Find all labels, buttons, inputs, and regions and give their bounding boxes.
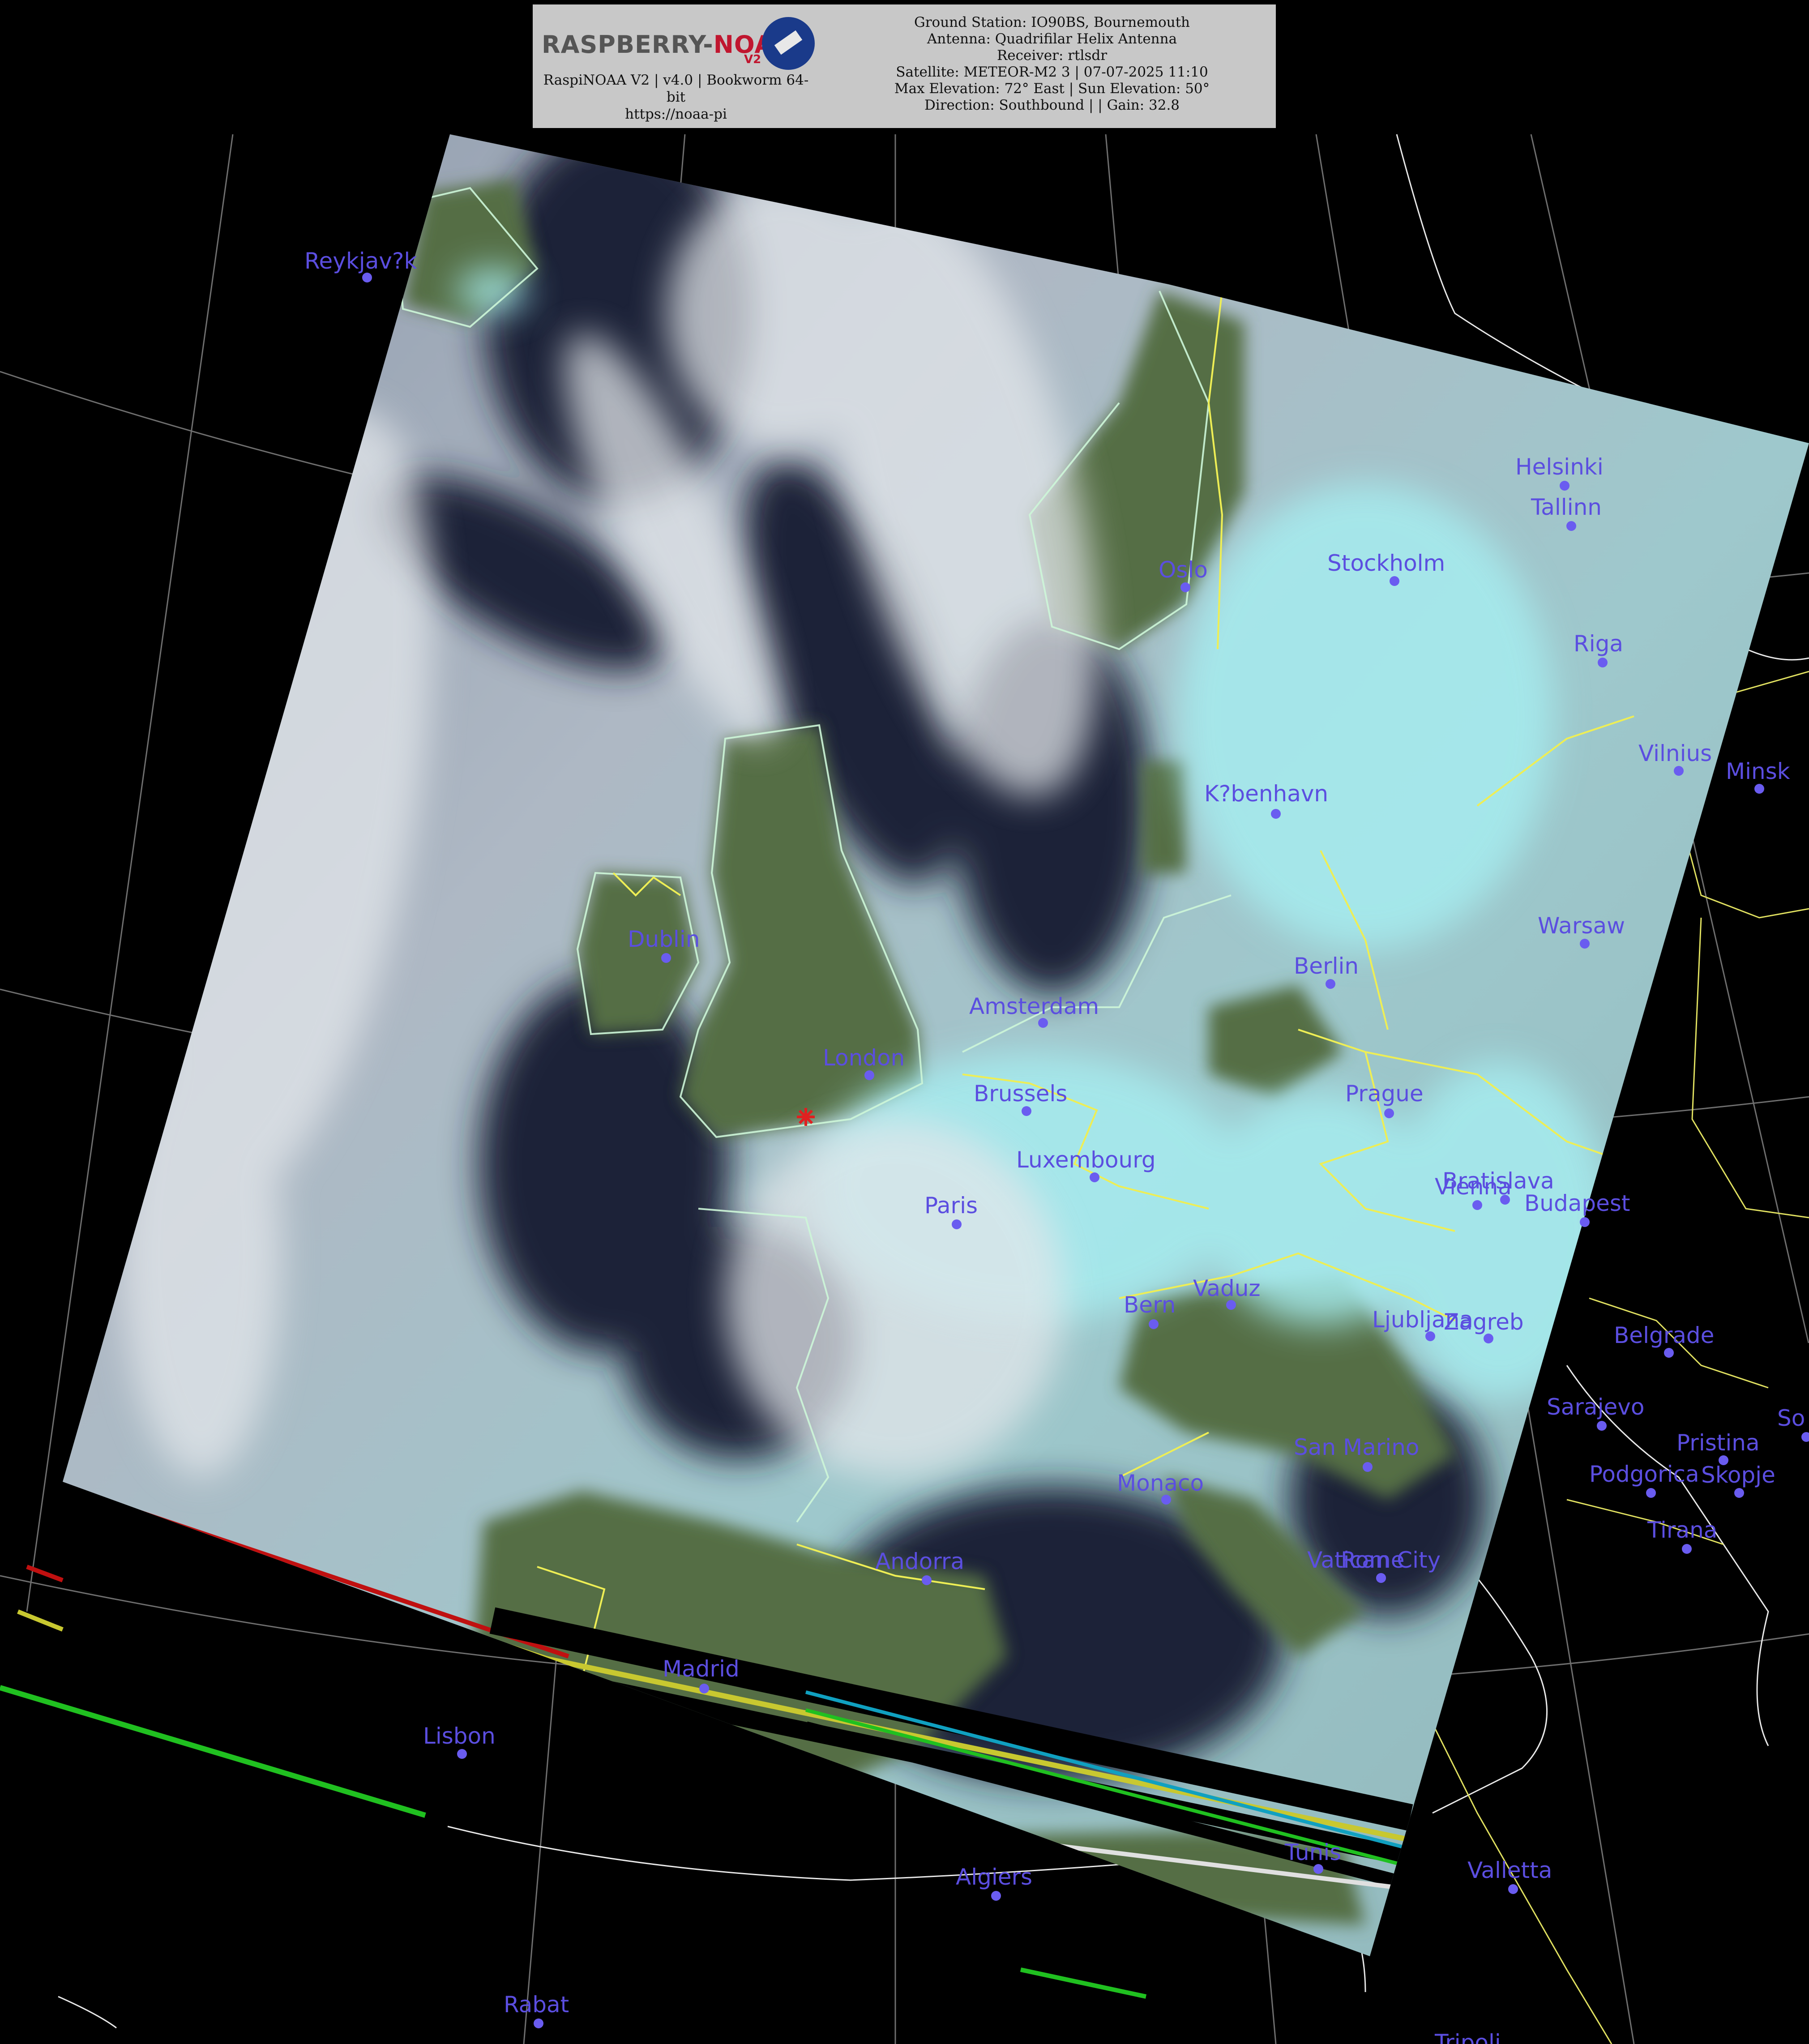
city-label: Bern — [1124, 1292, 1176, 1318]
city-dot — [661, 953, 671, 963]
city-label: Sarajevo — [1547, 1394, 1644, 1420]
city-dot — [864, 1070, 874, 1080]
city-label: Madrid — [663, 1656, 740, 1682]
software-line-1: RaspiNOAA V2 | v4.0 | Bookworm 64- — [543, 72, 809, 88]
city-dot — [1376, 1573, 1386, 1583]
city-label: London — [823, 1045, 905, 1071]
city-dot — [1313, 1864, 1323, 1874]
city-label: Prague — [1345, 1081, 1424, 1107]
city-label: Berlin — [1294, 953, 1359, 979]
city-dot — [534, 2018, 543, 2028]
city-label: San Marino — [1294, 1434, 1419, 1460]
city-label: Belgrade — [1614, 1322, 1714, 1348]
city-dot — [1149, 1319, 1159, 1329]
city-label: Monaco — [1117, 1470, 1204, 1496]
city-label: Paris — [924, 1193, 978, 1219]
city-dot — [1472, 1200, 1482, 1210]
city-label: Amsterdam — [969, 993, 1099, 1019]
city-label: Warsaw — [1538, 913, 1625, 939]
elevation-line: Max Elevation: 72° East | Sun Elevation:… — [894, 81, 1210, 97]
city-label: Valletta — [1467, 1857, 1552, 1883]
logo-version: V2 — [744, 53, 761, 66]
city-label: Tallinn — [1531, 494, 1602, 520]
city-dot — [1326, 979, 1335, 989]
city-dot — [1580, 939, 1590, 949]
city-dot — [1484, 1334, 1493, 1343]
city-dot — [1384, 1108, 1394, 1118]
city-dot — [1180, 582, 1190, 592]
satellite-map: Reykjav?k Helsinki Tallinn Oslo Stockholm Rig… — [0, 0, 1809, 2044]
city-dot — [1580, 1217, 1590, 1227]
city-dot — [1664, 1348, 1674, 1358]
city-label: Riga — [1574, 631, 1623, 657]
city-label: Helsinki — [1515, 454, 1604, 480]
satellite-icon — [762, 17, 815, 70]
receiver-line: Receiver: rtlsdr — [996, 47, 1108, 64]
raspberry-noaa-logo: RASPBERRY-NOAA V2 — [538, 14, 816, 70]
city-label: Tunis — [1284, 1839, 1341, 1865]
city-label: Zagreb — [1444, 1309, 1524, 1335]
city-label: Brussels — [974, 1081, 1067, 1107]
city-label: Stockholm — [1327, 550, 1445, 576]
city-label: Luxembourg — [1016, 1147, 1156, 1173]
city-label: Vilnius — [1638, 740, 1712, 766]
city-label: So — [1777, 1405, 1805, 1431]
city-label: Rabat — [504, 1992, 569, 2018]
city-label: Rome — [1341, 1547, 1405, 1573]
city-dot — [952, 1219, 962, 1229]
ground-station-marker — [797, 1108, 815, 1126]
pass-info-header: RASPBERRY-NOAA V2 RaspiNOAA V2 | v4.0 | … — [533, 4, 1276, 128]
city-dot — [1566, 521, 1576, 531]
city-label: Algiers — [956, 1864, 1032, 1890]
city-dot — [1390, 576, 1399, 586]
city-dot — [699, 1684, 709, 1693]
city-dot — [1500, 1195, 1510, 1205]
city-label: Skopje — [1701, 1462, 1775, 1488]
city-label: Tripoli — [1434, 2030, 1501, 2044]
station-info: Ground Station: IO90BS, Bournemouth Ante… — [837, 14, 1267, 114]
city-label: Reykjav?k — [304, 248, 417, 274]
city-dot — [1022, 1106, 1031, 1116]
city-dot — [1754, 784, 1764, 794]
city-dot — [1646, 1488, 1656, 1498]
city-dot — [1674, 766, 1684, 776]
city-label: Podgorica — [1589, 1461, 1699, 1487]
city-dot — [1226, 1300, 1236, 1310]
city-dot — [1682, 1544, 1692, 1554]
city-dot — [362, 273, 372, 282]
city-label: Budapest — [1524, 1190, 1630, 1216]
city-label: Tirana — [1647, 1517, 1717, 1543]
city-label: Andorra — [875, 1548, 964, 1574]
city-dot — [1560, 481, 1570, 491]
city-dot — [1271, 809, 1281, 819]
antenna-line: Antenna: Quadrifilar Helix Antenna — [927, 31, 1177, 47]
city-dot — [1598, 658, 1608, 667]
city-dot — [1038, 1018, 1048, 1028]
city-dot — [457, 1749, 467, 1759]
city-dot — [991, 1891, 1001, 1901]
logo-text-main: RASPBERRY- — [542, 30, 714, 59]
city-label: K?benhavn — [1204, 781, 1328, 807]
direction-line: Direction: Southbound | | Gain: 32.8 — [924, 97, 1180, 113]
city-tripoli: Tripoli — [1434, 2030, 1501, 2044]
city-label: Dublin — [628, 926, 700, 952]
city-label: Lisbon — [423, 1723, 496, 1749]
city-dot — [1425, 1331, 1435, 1341]
software-line-2: bit — [666, 89, 686, 105]
city-label: Minsk — [1726, 758, 1790, 784]
city-dot — [1734, 1488, 1744, 1498]
city-dot — [1597, 1421, 1607, 1431]
city-dot — [922, 1575, 932, 1585]
city-label: Oslo — [1159, 557, 1208, 583]
city-label: Vaduz — [1193, 1275, 1261, 1301]
ground-station-line: Ground Station: IO90BS, Bournemouth — [914, 14, 1190, 30]
city-dot — [1161, 1495, 1171, 1505]
software-info: RaspiNOAA V2 | v4.0 | Bookworm 64- bit h… — [533, 72, 819, 123]
city-label: Pristina — [1676, 1430, 1760, 1456]
satellite-line: Satellite: METEOR-M2 3 | 07-07-2025 11:1… — [896, 64, 1208, 80]
software-url: https://noaa-pi — [625, 106, 727, 122]
city-dot — [1363, 1462, 1373, 1472]
city-dot — [1090, 1172, 1099, 1182]
city-dot — [1508, 1884, 1518, 1894]
